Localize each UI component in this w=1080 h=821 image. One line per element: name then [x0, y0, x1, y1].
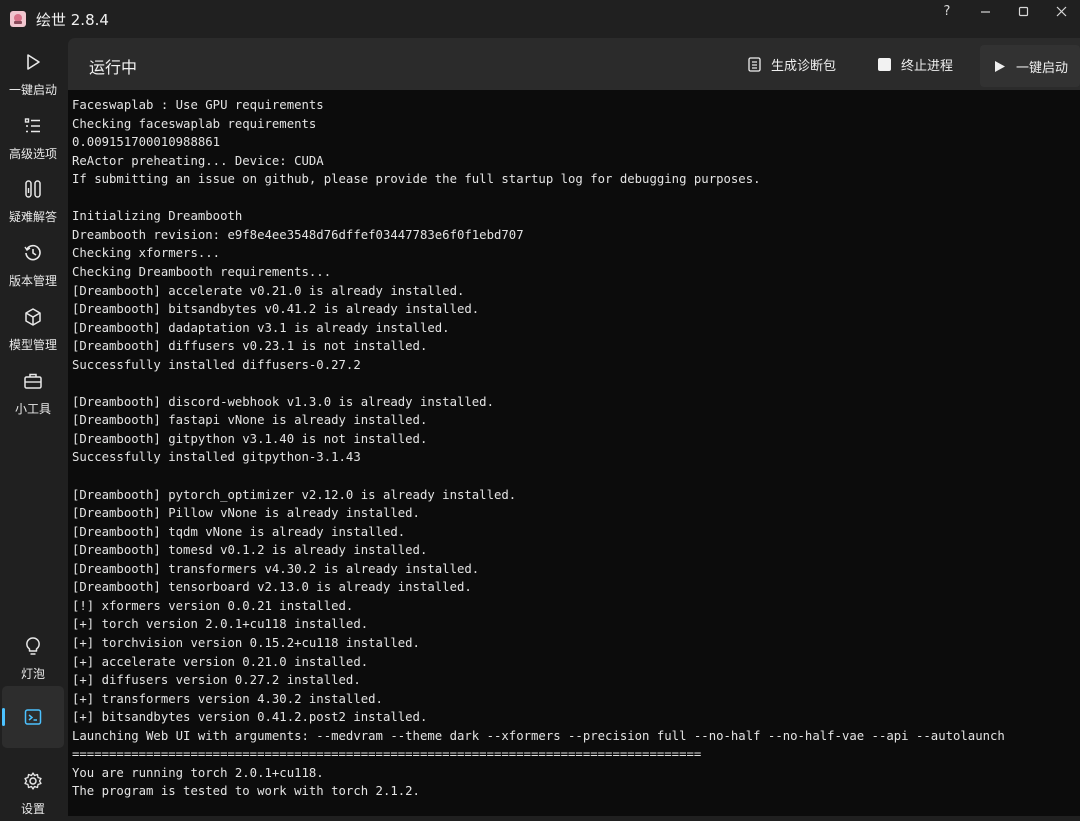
log-line: [Dreambooth] tomesd v0.1.2 is already in…: [72, 543, 428, 558]
log-line: [+] accelerate version 0.21.0 installed.: [72, 654, 369, 669]
minimize-button[interactable]: [966, 0, 1004, 22]
sidebar-item-console[interactable]: [2, 686, 64, 748]
gear-icon: [24, 772, 42, 790]
sidebar-item-versions[interactable]: 版本管理: [0, 233, 66, 293]
log-line: [+] diffusers version 0.27.2 installed.: [72, 673, 361, 688]
terminal-icon: [24, 709, 42, 725]
log-line: [Dreambooth] tqdm vNone is already insta…: [72, 524, 406, 539]
history-icon: [24, 244, 41, 261]
launch-button[interactable]: 一键启动: [980, 45, 1080, 87]
log-line: [Dreambooth] discord-webhook v1.3.0 is a…: [72, 394, 494, 409]
log-line: Launching Web UI with arguments: --medvr…: [72, 728, 1005, 743]
log-line: [Dreambooth] pytorch_optimizer v2.12.0 i…: [72, 487, 517, 502]
log-line: Checking xformers...: [72, 246, 221, 261]
sidebar: 一键启动 高级选项 疑难解答 版本管理 模型管理 小工具 灯泡 设置: [0, 38, 66, 816]
launch-button-content: 一键启动: [994, 45, 1068, 87]
maximize-button[interactable]: [1004, 0, 1042, 22]
maximize-icon: [1018, 6, 1028, 16]
log-line: [Dreambooth] tensorboard v2.13.0 is alre…: [72, 580, 472, 595]
log-line: [Dreambooth] fastapi vNone is already in…: [72, 413, 428, 428]
sidebar-item-label: 小工具: [14, 402, 51, 416]
app-title: 绘世 2.8.4: [36, 10, 109, 29]
lightbulb-icon: [26, 637, 40, 655]
toolbox-icon: [24, 373, 42, 389]
log-line: ========================================…: [72, 747, 702, 762]
sidebar-item-launch[interactable]: 一键启动: [0, 42, 66, 102]
log-line: [+] torchvision version 0.15.2+cu118 ins…: [72, 635, 420, 650]
log-line: Dreambooth revision: e9f8e4ee3548d76dffe…: [72, 227, 524, 242]
sidebar-item-label: 设置: [20, 802, 45, 816]
sidebar-item-settings[interactable]: 设置: [0, 761, 66, 821]
log-line: [Dreambooth] dadaptation v3.1 is already…: [72, 320, 450, 335]
document-icon: [748, 56, 761, 72]
sidebar-item-troubleshoot[interactable]: 疑难解答: [0, 169, 66, 229]
log-line: [Dreambooth] accelerate v0.21.0 is alrea…: [72, 283, 465, 298]
sidebar-item-lightbulb[interactable]: 灯泡: [0, 626, 66, 686]
stop-process-button[interactable]: 终止进程: [878, 38, 953, 90]
sidebar-item-label: 高级选项: [8, 147, 57, 161]
stop-process-label: 终止进程: [901, 58, 954, 74]
launch-label: 一键启动: [1016, 60, 1069, 76]
log-line: [+] transformers version 4.30.2 installe…: [72, 691, 383, 706]
log-line: [Dreambooth] diffusers v0.23.1 is not in…: [72, 339, 428, 354]
sidebar-item-tools[interactable]: 小工具: [0, 361, 66, 421]
log-line: Successfully installed gitpython-3.1.43: [72, 450, 361, 465]
log-line: [!] xformers version 0.0.21 installed.: [72, 598, 354, 613]
cube-icon: [25, 308, 41, 326]
close-icon: [1056, 6, 1066, 16]
log-line: ReActor preheating... Device: CUDA: [72, 153, 324, 168]
log-line: The program is tested to work with torch…: [72, 784, 420, 799]
play-icon: [27, 54, 40, 70]
log-line: Faceswaplab : Use GPU requirements: [72, 98, 324, 112]
help-button[interactable]: ?: [928, 0, 966, 22]
sidebar-item-label: 模型管理: [8, 338, 57, 352]
play-icon: [995, 60, 1005, 72]
page-header: 运行中 生成诊断包 终止进程 一键启动: [68, 38, 1080, 90]
log-line: [Dreambooth] gitpython v3.1.40 is not in…: [72, 431, 428, 446]
app-logo-icon: [10, 11, 26, 27]
log-line: [Dreambooth] bitsandbytes v0.41.2 is alr…: [72, 302, 480, 317]
log-line: [Dreambooth] Pillow vNone is already ins…: [72, 506, 420, 521]
log-line: [+] torch version 2.0.1+cu118 installed.: [72, 617, 369, 632]
window-controls: ?: [928, 0, 1080, 22]
log-line: Checking faceswaplab requirements: [72, 116, 317, 131]
title-bar: 绘世 2.8.4 ?: [0, 0, 1080, 38]
page-title: 运行中: [89, 58, 138, 77]
log-line: [Dreambooth] transformers v4.30.2 is alr…: [72, 561, 480, 576]
sidebar-item-label: 疑难解答: [8, 210, 57, 224]
log-line: Successfully installed diffusers-0.27.2: [72, 357, 361, 372]
sidebar-item-label: 灯泡: [20, 667, 45, 681]
list-icon: [24, 118, 40, 133]
log-line: You are running torch 2.0.1+cu118.: [72, 765, 324, 780]
generate-diagnostic-label: 生成诊断包: [771, 58, 837, 74]
sidebar-item-label: 一键启动: [8, 83, 57, 97]
log-line: If submitting an issue on github, please…: [72, 172, 761, 187]
minimize-icon: [980, 10, 990, 13]
log-line: Checking Dreambooth requirements...: [72, 264, 332, 279]
sidebar-item-advanced[interactable]: 高级选项: [0, 106, 66, 166]
generate-diagnostic-button[interactable]: 生成诊断包: [748, 38, 836, 90]
stop-checkbox-icon: [878, 57, 891, 71]
close-button[interactable]: [1042, 0, 1080, 22]
sidebar-item-label: 版本管理: [8, 274, 57, 288]
log-line: 0.009151700010988861: [72, 135, 221, 150]
active-indicator: [2, 708, 5, 726]
log-line: [+] bitsandbytes version 0.41.2.post2 in…: [72, 710, 428, 725]
log-line: Initializing Dreambooth: [72, 209, 243, 224]
sidebar-item-models[interactable]: 模型管理: [0, 297, 66, 357]
console-output[interactable]: Faceswaplab : Use GPU requirements Checki…: [68, 90, 1080, 816]
tools-icon: [25, 180, 41, 198]
